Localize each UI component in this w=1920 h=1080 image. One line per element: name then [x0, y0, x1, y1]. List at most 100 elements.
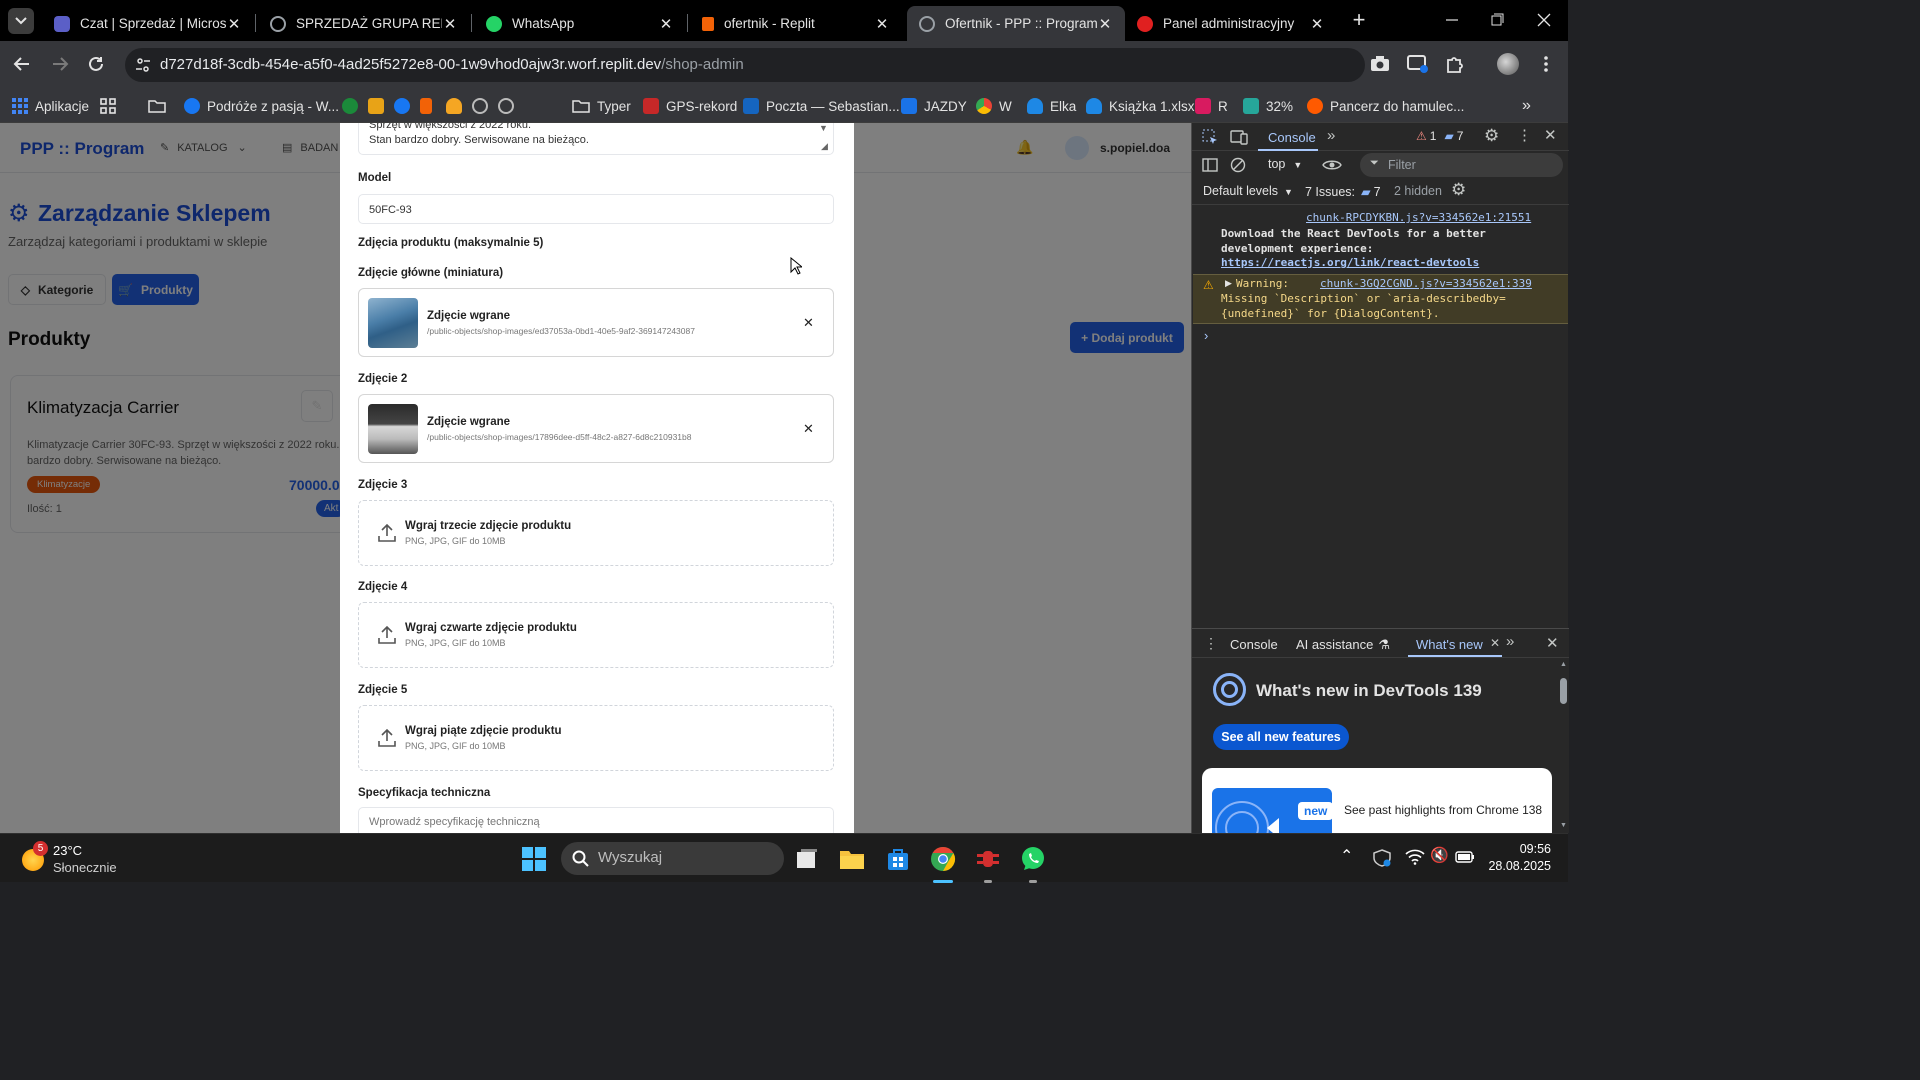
console-prompt-icon[interactable]: › [1204, 328, 1208, 343]
tray-security-icon[interactable] [1372, 849, 1392, 867]
bookmark-jazdy[interactable]: JAZDY [901, 94, 967, 118]
tab-panel-admin[interactable]: Panel administracyjny ✕ [1125, 6, 1337, 41]
restore-button[interactable] [1485, 8, 1509, 32]
menu-button[interactable] [1534, 52, 1558, 76]
warning-icon: ⚠ [1203, 278, 1214, 292]
bookmark-poczta[interactable]: Poczta — Sebastian... [743, 94, 900, 118]
model-input[interactable]: 50FC-93 [358, 194, 834, 224]
expand-triangle-icon[interactable]: ▶ [1225, 278, 1232, 289]
battery-icon[interactable] [1455, 850, 1475, 864]
tab-sprzedaz[interactable]: SPRZEDAŻ GRUPA REKORD ✕ [258, 6, 470, 41]
bookmarks-bar: Aplikacje Podróże z pasją - W... Typer G… [0, 88, 1568, 123]
site-info-icon[interactable] [135, 57, 151, 73]
bookmark-32[interactable]: 32% [1243, 94, 1293, 118]
bookmark-r[interactable]: R [1195, 94, 1228, 118]
remove-photo-1-button[interactable]: ✕ [803, 315, 814, 331]
levels-select[interactable]: Default levels ▼ [1203, 184, 1293, 198]
inspect-element-icon[interactable] [1202, 129, 1218, 145]
remove-photo-2-button[interactable]: ✕ [803, 421, 814, 437]
close-window-button[interactable] [1532, 8, 1556, 32]
context-select[interactable]: top ▼ [1268, 157, 1302, 171]
devtools-menu-icon[interactable]: ⋮ [1517, 126, 1532, 144]
devtools-close-icon[interactable]: ✕ [1544, 126, 1557, 144]
extensions-button[interactable] [1443, 52, 1467, 76]
cast-extension-button[interactable] [1406, 52, 1430, 76]
devtools-tab-console[interactable]: Console [1258, 123, 1318, 151]
tab-teams[interactable]: Czat | Sprzedaż | Microsoft ✕ [42, 6, 254, 41]
spec-textarea[interactable]: Wprowadź specyfikację techniczną [358, 807, 834, 833]
camera-extension-button[interactable] [1368, 52, 1392, 76]
tray-overflow-icon[interactable]: ⌃ [1340, 846, 1353, 866]
task-view-button[interactable] [790, 842, 824, 876]
volume-muted-icon[interactable]: 🔇 [1430, 846, 1449, 864]
tab-ofertnik[interactable]: Ofertnik - PPP :: Program | ✕ [907, 6, 1125, 41]
drawer-close-icon[interactable]: ✕ [1546, 634, 1559, 652]
photo-3-upload[interactable]: Wgraj trzecie zdjęcie produktu PNG, JPG,… [358, 500, 834, 566]
see-all-features-button[interactable]: See all new features [1213, 724, 1349, 750]
minimize-button[interactable] [1440, 8, 1464, 32]
clock[interactable]: 09:56 28.08.2025 [1487, 842, 1551, 873]
start-button[interactable] [517, 842, 551, 876]
file-explorer-button[interactable] [835, 842, 869, 876]
scroll-down-arrow-icon[interactable]: ▼ [819, 123, 828, 133]
bookmark-grid[interactable] [100, 94, 116, 118]
forward-button[interactable] [48, 52, 72, 76]
weather-widget[interactable]: 5 23°C Słonecznie [22, 840, 162, 878]
chrome-button[interactable] [926, 842, 960, 883]
close-icon[interactable]: ✕ [226, 16, 242, 33]
drawer-tab-whatsnew[interactable]: What's new ✕ [1408, 629, 1502, 657]
drawer-tab-ai[interactable]: AI assistance ⚗ [1296, 637, 1390, 653]
log1-source-link[interactable]: chunk-RPCDYKBN.js?v=334562e1:21551 [1306, 211, 1531, 224]
store-button[interactable] [881, 842, 915, 876]
device-toggle-icon[interactable] [1230, 129, 1248, 145]
close-icon[interactable]: ✕ [1309, 16, 1325, 33]
address-bar[interactable]: d727d18f-3cdb-454e-a5f0-4ad25f5272e8-00-… [125, 48, 1365, 82]
taskbar-search[interactable]: Wyszukaj [561, 842, 784, 875]
close-icon[interactable]: ✕ [442, 16, 458, 33]
bookmark-typer[interactable]: Typer [572, 94, 631, 118]
drawer-scrollbar[interactable]: ▲ ▼ [1558, 658, 1569, 834]
close-icon[interactable]: ✕ [874, 16, 890, 33]
photo-5-upload[interactable]: Wgraj piąte zdjęcie produktu PNG, JPG, G… [358, 705, 834, 771]
app-red-button[interactable] [971, 842, 1005, 883]
tab-whatsapp[interactable]: WhatsApp ✕ [474, 6, 686, 41]
bookmark-gps-rekord[interactable]: GPS-rekord [643, 94, 737, 118]
close-icon[interactable]: ✕ [1097, 16, 1113, 33]
bookmark-pancerz[interactable]: Pancerz do hamulec... [1307, 94, 1464, 118]
drawer-menu-icon[interactable]: ⋮ [1204, 635, 1218, 652]
close-icon[interactable]: ✕ [658, 16, 674, 33]
reload-button[interactable] [84, 52, 108, 76]
whatsapp-button[interactable] [1016, 842, 1050, 883]
more-tabs-icon[interactable]: » [1506, 633, 1514, 650]
issues-link[interactable]: 7 Issues: ▰ 7 [1305, 184, 1381, 200]
back-button[interactable] [10, 52, 34, 76]
new-tab-button[interactable]: + [1347, 8, 1371, 32]
log1-link[interactable]: https://reactjs.org/link/react-devtools [1221, 256, 1479, 269]
resize-handle-icon[interactable]: ◢ [821, 141, 828, 152]
profile-avatar[interactable] [1497, 53, 1519, 75]
tab-search-button[interactable] [8, 8, 34, 34]
more-tabs-icon[interactable]: » [1327, 127, 1335, 144]
warn-source-link[interactable]: chunk-3GQ2CGND.js?v=334562e1:339 [1320, 277, 1532, 290]
eye-icon[interactable] [1322, 158, 1342, 172]
drawer-tab-console[interactable]: Console [1230, 637, 1278, 652]
bookmark-ksiazka[interactable]: Książka 1.xlsx [1086, 94, 1195, 118]
sidebar-toggle-icon[interactable] [1202, 157, 1218, 173]
wifi-icon[interactable] [1405, 849, 1425, 865]
clear-console-icon[interactable] [1230, 157, 1246, 173]
description-textarea[interactable]: Sprzęt w większości z 2022 roku. Stan ba… [358, 123, 834, 155]
console-settings-icon[interactable]: ⚙ [1451, 180, 1466, 200]
settings-gear-icon[interactable]: ⚙ [1484, 126, 1499, 146]
bookmark-aplikacje[interactable]: Aplikacje [12, 94, 89, 118]
bookmark-icons-group[interactable] [342, 94, 521, 118]
bookmark-elka[interactable]: Elka [1027, 94, 1076, 118]
bookmark-folder[interactable] [148, 94, 166, 118]
close-icon[interactable]: ✕ [1490, 636, 1500, 650]
warning-counter[interactable]: ⚠ 1 ▰ 7 [1416, 129, 1463, 143]
bookmark-w[interactable]: W [976, 94, 1012, 118]
photo-4-upload[interactable]: Wgraj czwarte zdjęcie produktu PNG, JPG,… [358, 602, 834, 668]
tab-replit[interactable]: ofertnik - Replit ✕ [690, 6, 902, 41]
bookmark-podroze[interactable]: Podróże z pasją - W... [184, 94, 339, 118]
filter-input[interactable]: ⏷ Filter [1360, 153, 1563, 177]
bookmarks-overflow-button[interactable]: » [1522, 94, 1531, 118]
